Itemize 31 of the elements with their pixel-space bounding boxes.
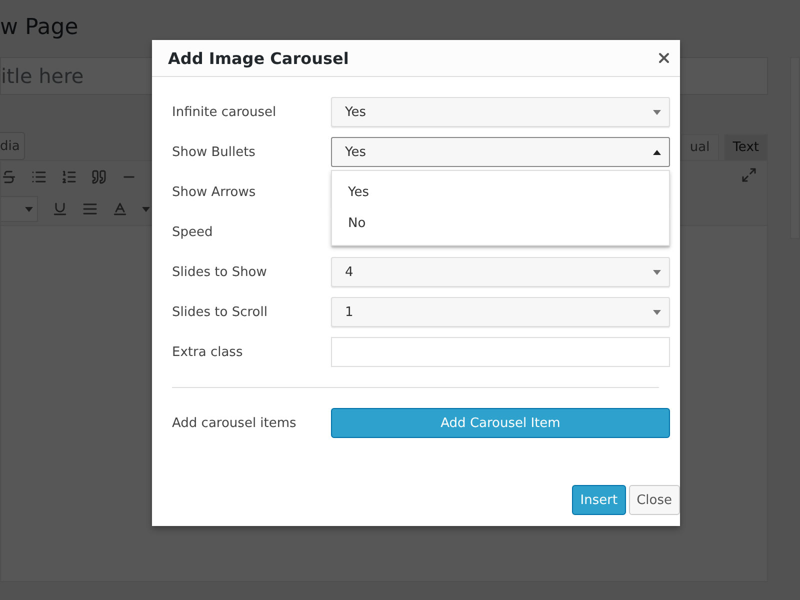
underline-icon[interactable] (52, 201, 68, 217)
select-field[interactable]: 4 (331, 257, 670, 287)
fullscreen-icon[interactable] (741, 167, 757, 183)
close-button[interactable]: Close (628, 485, 680, 515)
dialog-title: Add Image Carousel (168, 48, 349, 68)
caret-icon (653, 110, 661, 114)
dropdown-option[interactable]: Yes (332, 177, 669, 208)
select-field[interactable]: Yes (331, 97, 670, 127)
select-field[interactable]: 1 (331, 297, 670, 327)
text-color-icon[interactable] (112, 201, 128, 217)
text-input[interactable] (331, 337, 670, 367)
caret-icon (653, 270, 661, 274)
field-label: Slides to Show (172, 264, 268, 280)
page-heading: w Page (0, 14, 80, 42)
field-label: Add carousel items (172, 416, 298, 430)
caret-icon (653, 310, 661, 314)
format-select[interactable] (1, 196, 38, 222)
field-label: Slides to Scroll (172, 304, 268, 320)
numbered-list-icon[interactable] (61, 169, 77, 185)
field-label: Infinite carousel (172, 104, 278, 120)
strikethrough-icon[interactable] (1, 169, 17, 185)
caret-icon (653, 150, 661, 154)
field-label: Speed (172, 224, 214, 240)
justify-icon[interactable] (82, 201, 98, 217)
field-label: Show Arrows (172, 184, 257, 200)
field-label: Extra class (172, 344, 244, 360)
field-label: Show Bullets (172, 144, 256, 160)
quote-icon[interactable] (91, 169, 107, 185)
bullet-list-icon[interactable] (31, 169, 47, 185)
dropdown-option[interactable]: No (332, 208, 669, 239)
select-field[interactable]: Yes (331, 137, 670, 167)
